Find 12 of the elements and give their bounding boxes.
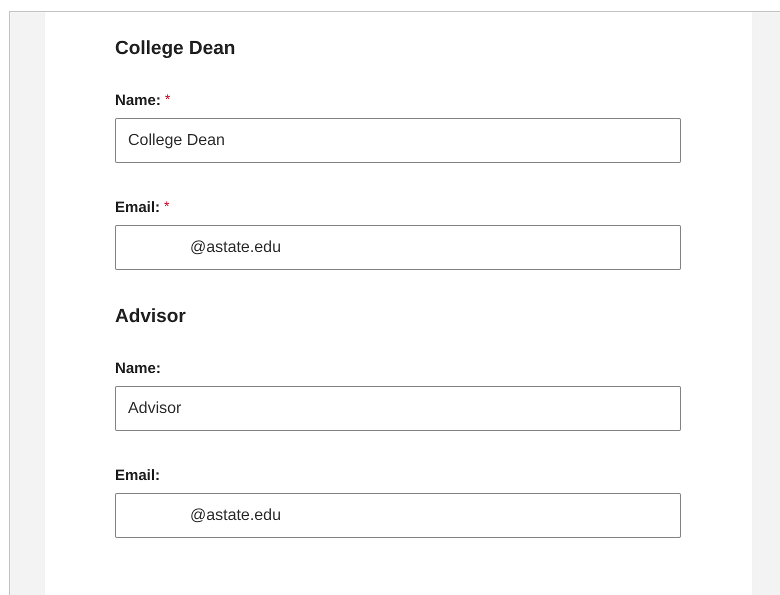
required-mark: *	[164, 92, 170, 106]
name-field[interactable]: College Dean	[115, 118, 681, 163]
email-field[interactable]: @astate.edu	[115, 225, 681, 270]
name-field[interactable]: Advisor	[115, 386, 681, 431]
field-label: Name:	[115, 92, 161, 110]
field-label: Name:	[115, 360, 161, 378]
field-label: Email:	[115, 199, 160, 217]
section-heading: Advisor	[115, 306, 187, 328]
required-mark: *	[164, 199, 170, 213]
email-field[interactable]: @astate.edu	[115, 493, 681, 538]
section-heading: College Dean	[115, 38, 236, 60]
field-label: Email:	[115, 467, 160, 485]
